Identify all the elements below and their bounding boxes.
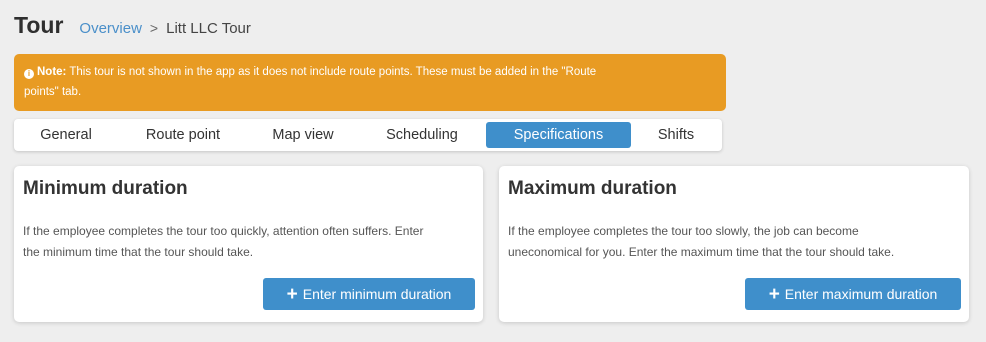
- enter-maximum-duration-label: Enter maximum duration: [784, 286, 938, 302]
- tab-scheduling[interactable]: Scheduling: [358, 122, 486, 148]
- maximum-duration-card: Maximum duration If the employee complet…: [499, 166, 969, 322]
- minimum-description-line2: the minimum time that the tour should ta…: [23, 245, 254, 259]
- page-header: Tour Overview > Litt LLC Tour: [14, 12, 251, 39]
- breadcrumb: Overview > Litt LLC Tour: [79, 20, 250, 37]
- maximum-description-line1: If the employee completes the tour too s…: [508, 224, 859, 238]
- tab-bar: General Route point Map view Scheduling …: [14, 119, 722, 151]
- plus-icon: +: [768, 283, 780, 305]
- breadcrumb-current: Litt LLC Tour: [166, 20, 251, 37]
- maximum-description-line2: uneconomical for you. Enter the maximum …: [508, 245, 895, 259]
- enter-minimum-duration-label: Enter minimum duration: [302, 286, 452, 302]
- breadcrumb-overview-link[interactable]: Overview: [79, 20, 142, 37]
- minimum-duration-title: Minimum duration: [23, 178, 188, 199]
- enter-minimum-duration-button[interactable]: + Enter minimum duration: [263, 278, 475, 310]
- tab-route-point[interactable]: Route point: [118, 122, 248, 148]
- breadcrumb-separator: >: [149, 20, 159, 36]
- alert-text-line1: This tour is not shown in the app as it …: [69, 66, 597, 78]
- plus-icon: +: [286, 283, 298, 305]
- tab-map-view[interactable]: Map view: [248, 122, 358, 148]
- minimum-description-line1: If the employee completes the tour too q…: [23, 224, 424, 238]
- enter-maximum-duration-button[interactable]: + Enter maximum duration: [745, 278, 961, 310]
- info-icon: i: [24, 69, 34, 79]
- maximum-duration-title: Maximum duration: [508, 178, 677, 199]
- maximum-duration-description: If the employee completes the tour too s…: [508, 221, 894, 263]
- tab-specifications[interactable]: Specifications: [486, 122, 631, 148]
- page-title: Tour: [14, 12, 64, 38]
- tab-shifts[interactable]: Shifts: [631, 122, 721, 148]
- route-points-warning: i Note: This tour is not shown in the app…: [14, 54, 726, 111]
- minimum-duration-description: If the employee completes the tour too q…: [23, 221, 423, 263]
- tab-general[interactable]: General: [14, 122, 118, 148]
- alert-text-line2: points" tab.: [24, 86, 82, 98]
- alert-label: Note:: [37, 66, 67, 78]
- minimum-duration-card: Minimum duration If the employee complet…: [14, 166, 483, 322]
